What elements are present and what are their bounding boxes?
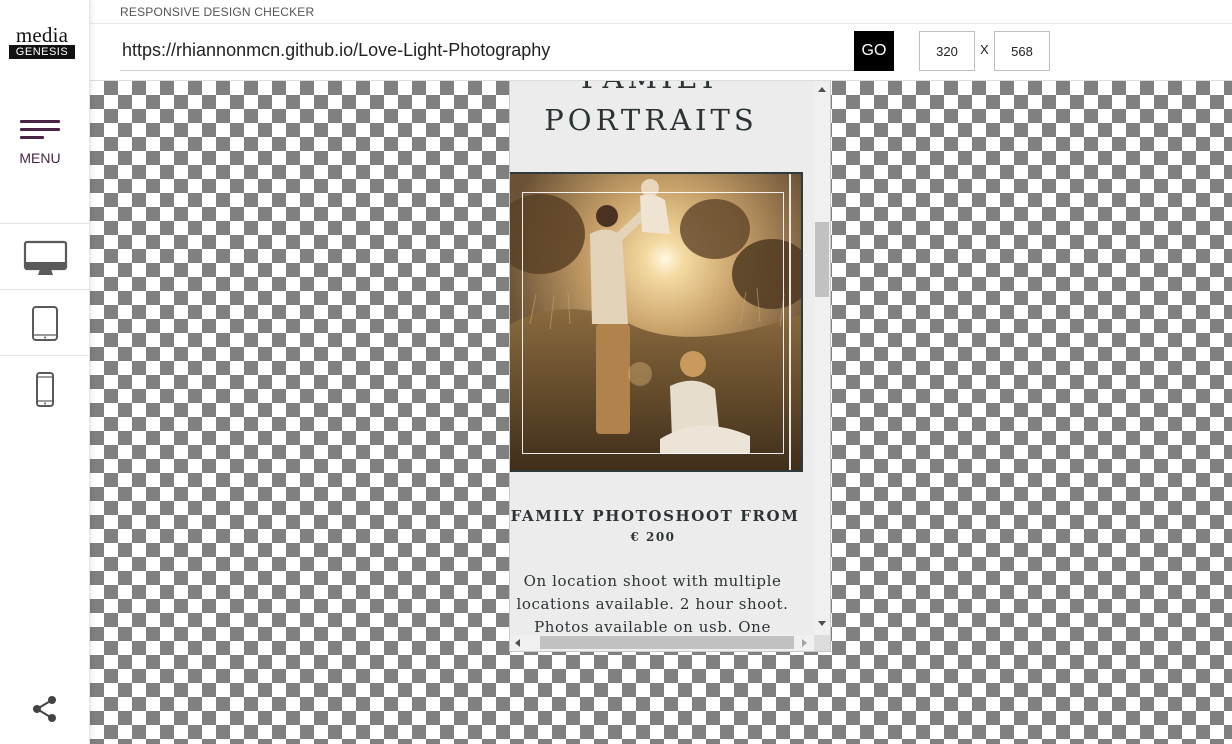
- scroll-right-arrow-icon[interactable]: [802, 639, 807, 647]
- vertical-scrollbar[interactable]: [814, 81, 830, 635]
- scrollbar-corner: [814, 635, 830, 651]
- scroll-left-arrow-icon[interactable]: [515, 639, 520, 647]
- sidebar: media GENESIS MENU: [0, 0, 90, 744]
- tablet-icon: [32, 306, 58, 341]
- hamburger-icon: [20, 120, 60, 142]
- height-input[interactable]: [994, 31, 1050, 71]
- package-price: € 200: [630, 530, 676, 544]
- preview-canvas: FAMILY PORTRAITS: [90, 81, 1232, 744]
- description-line: On location shoot with multiple: [523, 572, 782, 590]
- url-input[interactable]: [120, 31, 854, 71]
- share-button[interactable]: [30, 694, 60, 724]
- top-bar: RESPONSIVE DESIGN CHECKER GO X: [90, 0, 1232, 81]
- website-viewport[interactable]: FAMILY PORTRAITS: [510, 81, 814, 635]
- media-genesis-logo[interactable]: media GENESIS: [9, 23, 75, 62]
- mobile-view-button[interactable]: [0, 355, 90, 421]
- share-icon: [33, 696, 56, 722]
- vertical-scroll-thumb[interactable]: [815, 222, 829, 297]
- package-title: FAMILY PHOTOSHOOT FROM: [510, 507, 800, 525]
- menu-label: MENU: [19, 150, 61, 166]
- tablet-view-button[interactable]: [0, 289, 90, 355]
- scroll-down-arrow-icon[interactable]: [818, 621, 826, 626]
- horizontal-scroll-thumb[interactable]: [540, 636, 794, 649]
- smartphone-icon: [36, 372, 54, 407]
- description-line: Photos available on usb. One: [534, 618, 771, 635]
- horizontal-scrollbar[interactable]: [510, 635, 814, 651]
- desktop-view-button[interactable]: [0, 223, 90, 289]
- menu-button[interactable]: MENU: [0, 104, 90, 174]
- package-description: On location shoot with multiple location…: [510, 570, 795, 635]
- dimension-separator: X: [980, 42, 989, 57]
- desktop-monitor-icon: [23, 240, 68, 275]
- go-button[interactable]: GO: [854, 31, 894, 71]
- logo-word-genesis: GENESIS: [9, 45, 75, 59]
- scroll-up-arrow-icon[interactable]: [818, 87, 826, 92]
- section-title-family: FAMILY: [510, 81, 792, 95]
- page-title: RESPONSIVE DESIGN CHECKER: [120, 5, 315, 19]
- device-preview-frame[interactable]: FAMILY PORTRAITS: [509, 81, 831, 652]
- width-input[interactable]: [919, 31, 975, 71]
- family-photo: [510, 172, 803, 472]
- family-in-field-photo: [510, 174, 801, 470]
- section-title-portraits: PORTRAITS: [544, 103, 758, 137]
- photo-frame-edge: [789, 174, 791, 470]
- divider: [90, 23, 1232, 24]
- logo-word-media: media: [15, 23, 69, 47]
- description-line: locations available. 2 hour shoot.: [516, 595, 789, 613]
